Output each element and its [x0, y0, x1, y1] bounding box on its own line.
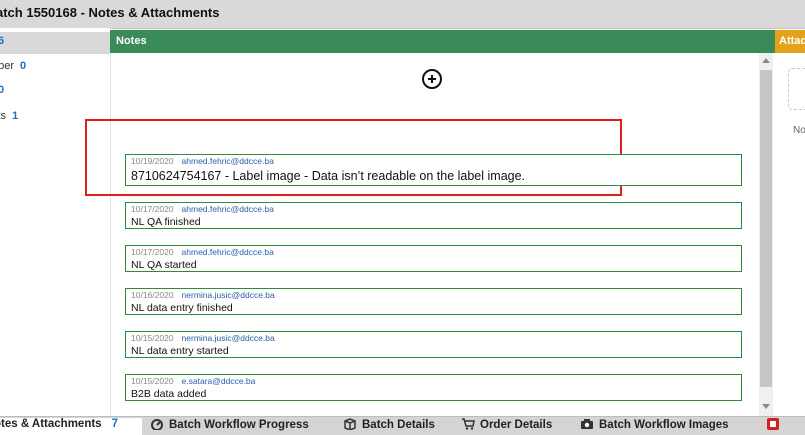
note-date: 10/17/2020: [131, 204, 174, 214]
note-text: NL QA finished: [131, 216, 201, 228]
attachments-empty-text: No: [793, 125, 805, 136]
attachment-drop-zone[interactable]: [788, 68, 805, 110]
sidebar-item-selected[interactable]: [0, 32, 110, 54]
add-note-button[interactable]: [422, 69, 442, 89]
box-icon: [344, 418, 356, 430]
note-author: nermina.jusic@ddcce.ba: [181, 333, 275, 343]
window-title: atch 1550168 - Notes & Attachments: [0, 5, 220, 20]
sidebar-item-1[interactable]: riber 0: [0, 60, 26, 72]
note-meta: 10/17/2020 ahmed.fehric@ddcce.ba: [131, 204, 274, 214]
sidebar-item-count: 1: [12, 110, 19, 122]
sidebar-item-label: riber: [0, 60, 15, 72]
note-text: NL data entry started: [131, 345, 229, 357]
sidebar-item-3[interactable]: cts 1: [0, 110, 18, 122]
attachments-header-label: Attac: [779, 35, 805, 47]
tab-label: Batch Workflow Progress: [169, 419, 309, 431]
tab-count: 7: [111, 418, 118, 430]
note-date: 10/15/2020: [131, 376, 174, 386]
note-meta: 10/15/2020 nermina.jusic@ddcce.ba: [131, 333, 275, 343]
tab-batch-details[interactable]: Batch Details: [343, 418, 435, 435]
note-item[interactable]: 10/16/2020 nermina.jusic@ddcce.ba NL data…: [125, 288, 742, 315]
tab-label: Order Details: [480, 419, 553, 431]
note-text: NL QA started: [131, 259, 197, 271]
gauge-icon: [151, 419, 163, 430]
note-meta: 10/17/2020 ahmed.fehric@ddcce.ba: [131, 247, 274, 257]
sidebar-item-0[interactable]: 6: [0, 35, 4, 47]
note-date: 10/17/2020: [131, 247, 174, 257]
pdf-icon: [767, 418, 779, 430]
tab-batch-workflow-images[interactable]: Batch Workflow Images: [580, 418, 729, 435]
note-item[interactable]: 10/17/2020 ahmed.fehric@ddcce.ba NL QA fi…: [125, 202, 742, 229]
note-item[interactable]: 10/15/2020 e.satara@ddcce.ba B2B data add…: [125, 374, 742, 401]
sidebar: 6 riber 0 0 cts 1: [0, 28, 110, 414]
scroll-up-arrow-icon[interactable]: [762, 58, 770, 63]
notes-panel-header: Notes: [110, 30, 775, 53]
note-author: ahmed.fehric@ddcce.ba: [181, 204, 274, 214]
note-author: nermina.jusic@ddcce.ba: [181, 290, 275, 300]
camera-icon: [581, 419, 593, 429]
tab-batch-workflow-progress[interactable]: Batch Workflow Progress: [150, 418, 309, 435]
bottom-tab-bar: otes & Attachments 7 Batch Workflow Progr…: [0, 416, 805, 435]
sidebar-item-label: cts: [0, 110, 7, 122]
note-author: ahmed.fehric@ddcce.ba: [181, 156, 274, 166]
sidebar-item-count: 0: [0, 84, 5, 96]
tab-notes-attachments[interactable]: otes & Attachments 7: [0, 418, 142, 435]
note-meta: 10/19/2020 ahmed.fehric@ddcce.ba: [131, 156, 274, 166]
note-text: B2B data added: [131, 388, 207, 400]
title-bar: atch 1550168 - Notes & Attachments: [0, 0, 805, 29]
note-meta: 10/16/2020 nermina.jusic@ddcce.ba: [131, 290, 275, 300]
note-date: 10/19/2020: [131, 156, 174, 166]
sidebar-item-count: 0: [20, 60, 27, 72]
scroll-down-arrow-icon[interactable]: [762, 404, 770, 409]
tab-label: otes & Attachments: [0, 418, 102, 430]
note-author: ahmed.fehric@ddcce.ba: [181, 247, 274, 257]
note-item[interactable]: 10/17/2020 ahmed.fehric@ddcce.ba NL QA st…: [125, 245, 742, 272]
sidebar-item-count: 6: [0, 35, 5, 47]
scrollbar-thumb[interactable]: [760, 70, 772, 387]
notes-panel: [110, 53, 776, 416]
note-meta: 10/15/2020 e.satara@ddcce.ba: [131, 376, 255, 386]
tab-label: Batch Details: [362, 419, 435, 431]
cart-icon: [462, 418, 475, 430]
note-text: NL data entry finished: [131, 302, 233, 314]
note-date: 10/16/2020: [131, 290, 174, 300]
note-item[interactable]: 10/19/2020 ahmed.fehric@ddcce.ba 87106247…: [125, 154, 742, 186]
tab-pdf[interactable]: [766, 418, 785, 435]
note-date: 10/15/2020: [131, 333, 174, 343]
note-item[interactable]: 10/15/2020 nermina.jusic@ddcce.ba NL data…: [125, 331, 742, 358]
tab-order-details[interactable]: Order Details: [461, 418, 552, 435]
sidebar-item-2[interactable]: 0: [0, 84, 4, 96]
tab-label: Batch Workflow Images: [599, 419, 729, 431]
note-author: e.satara@ddcce.ba: [181, 376, 256, 386]
attachments-panel-header: Attac: [775, 30, 805, 53]
note-text: 8710624754167 - Label image - Data isn’t…: [131, 169, 526, 183]
notes-header-label: Notes: [116, 35, 147, 47]
